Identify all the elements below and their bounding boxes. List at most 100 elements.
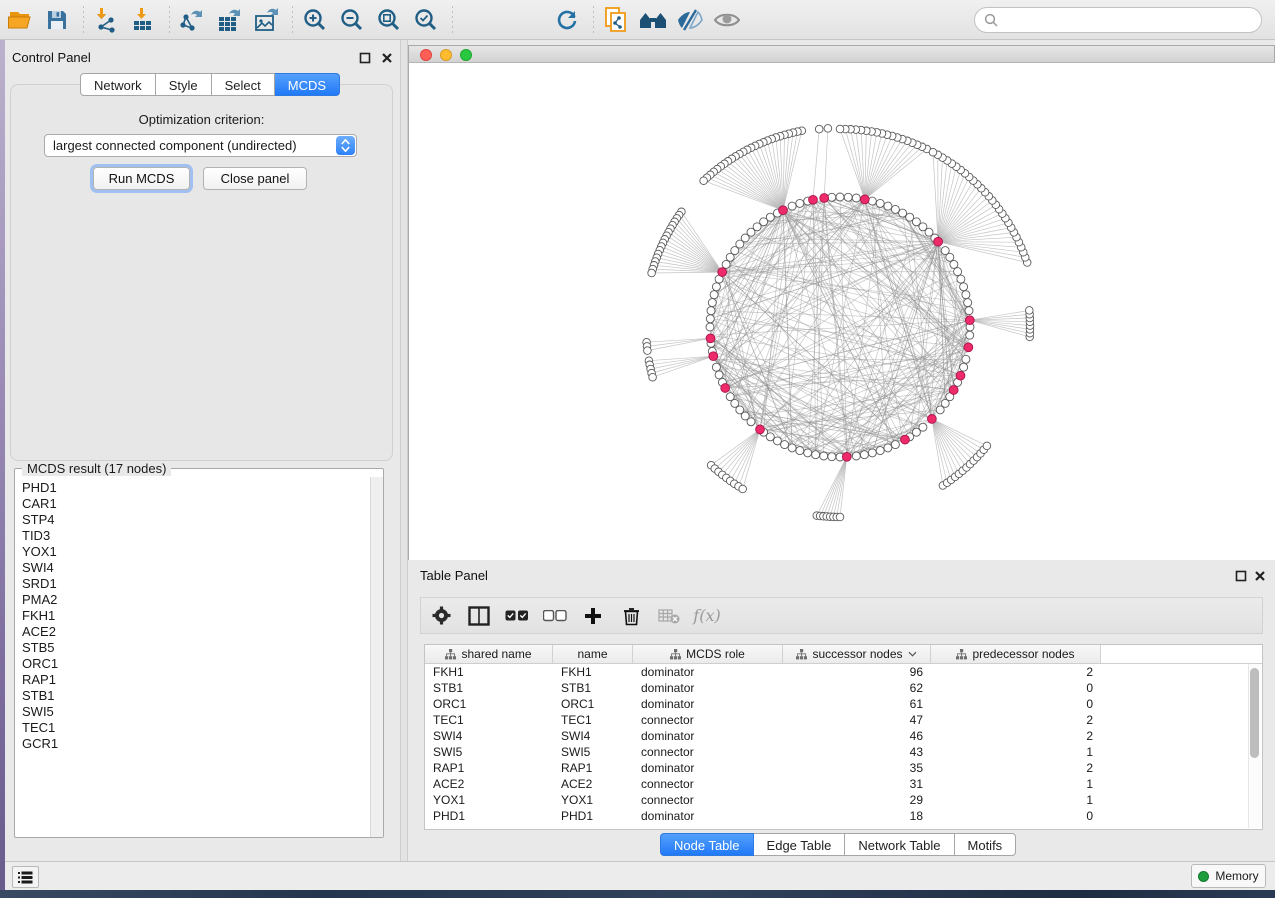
clone-network-button[interactable]: [599, 4, 633, 36]
table-vertical-scrollbar[interactable]: [1248, 664, 1261, 828]
close-panel-button[interactable]: Close panel: [203, 167, 307, 190]
mcds-result-item[interactable]: GCR1: [15, 736, 370, 752]
tab-mcds[interactable]: MCDS: [275, 73, 340, 96]
mcds-result-item[interactable]: RAP1: [15, 672, 370, 688]
tab-node-table[interactable]: Node Table: [660, 833, 754, 856]
control-panel-close-button[interactable]: [381, 51, 393, 69]
mcds-result-list[interactable]: PHD1CAR1STP4TID3YOX1SWI4SRD1PMA2FKH1ACE2…: [15, 480, 370, 836]
table-row[interactable]: ACE2ACE2connector311: [425, 776, 1262, 792]
mcds-result-item[interactable]: SWI5: [15, 704, 370, 720]
function-builder-button[interactable]: f(x): [695, 604, 719, 628]
tab-network[interactable]: Network: [80, 73, 156, 96]
table-row[interactable]: FKH1FKH1dominator962: [425, 664, 1262, 680]
zoom-out-button[interactable]: [335, 4, 369, 36]
table-row[interactable]: ORC1ORC1dominator610: [425, 696, 1262, 712]
import-table-button[interactable]: [126, 4, 160, 36]
column-header-name[interactable]: name: [553, 645, 633, 663]
table-row[interactable]: SWI4SWI4dominator462: [425, 728, 1262, 744]
unselect-all-columns-button[interactable]: [543, 604, 567, 628]
mcds-result-item[interactable]: PMA2: [15, 592, 370, 608]
mcds-result-item[interactable]: STB5: [15, 640, 370, 656]
search-input[interactable]: [1004, 12, 1252, 28]
run-mcds-button[interactable]: Run MCDS: [93, 167, 190, 190]
mcds-result-item[interactable]: STP4: [15, 512, 370, 528]
scrollbar-thumb[interactable]: [1250, 668, 1259, 758]
panel-splitter[interactable]: [400, 40, 408, 890]
criterion-dropdown[interactable]: largest connected component (undirected): [44, 134, 357, 157]
mcds-result-item[interactable]: FKH1: [15, 608, 370, 624]
mcds-result-item[interactable]: PHD1: [15, 480, 370, 496]
export-image-button[interactable]: [249, 4, 283, 36]
criterion-value: largest connected component (undirected): [45, 138, 336, 153]
table-row[interactable]: PHD1PHD1dominator180: [425, 808, 1262, 824]
network-canvas[interactable]: [408, 63, 1275, 560]
cell-predecessor-nodes: 2: [931, 712, 1101, 728]
search-field[interactable]: [974, 7, 1262, 33]
zoom-fit-button[interactable]: [372, 4, 406, 36]
export-network-button[interactable]: [175, 4, 209, 36]
export-network-icon: [179, 7, 206, 33]
open-file-button[interactable]: [3, 4, 37, 36]
cell-shared-name: FKH1: [425, 664, 553, 680]
zoom-selected-button[interactable]: [409, 4, 443, 36]
table-row[interactable]: RAP1RAP1dominator352: [425, 760, 1262, 776]
hide-selected-button[interactable]: [673, 4, 707, 36]
delete-table-button[interactable]: [657, 604, 681, 628]
show-all-button[interactable]: [710, 4, 744, 36]
tab-network-table[interactable]: Network Table: [845, 833, 954, 856]
mcds-result-item[interactable]: TEC1: [15, 720, 370, 736]
mcds-result-item[interactable]: ORC1: [15, 656, 370, 672]
window-zoom-traffic-light[interactable]: [460, 49, 472, 61]
network-window-titlebar[interactable]: YPA_prune.txt_1: [408, 45, 1275, 63]
cell-predecessor-nodes: 1: [931, 792, 1101, 808]
checked-boxes-icon: [505, 610, 529, 622]
mcds-list-scrollbar[interactable]: [370, 477, 383, 837]
refresh-view-button[interactable]: [550, 4, 584, 36]
table-row[interactable]: SWI5SWI5connector431: [425, 744, 1262, 760]
column-header-successor-nodes[interactable]: successor nodes: [783, 645, 931, 663]
memory-button[interactable]: Memory: [1191, 864, 1266, 888]
gear-icon: [432, 606, 451, 625]
cell-predecessor-nodes: 1: [931, 776, 1101, 792]
export-table-button[interactable]: [212, 4, 246, 36]
tab-motifs[interactable]: Motifs: [955, 833, 1017, 856]
delete-table-icon: [658, 608, 680, 624]
task-history-button[interactable]: [12, 866, 39, 888]
mcds-result-item[interactable]: CAR1: [15, 496, 370, 512]
mcds-result-item[interactable]: YOX1: [15, 544, 370, 560]
cell-successor-nodes: 43: [783, 744, 931, 760]
mcds-result-item[interactable]: SRD1: [15, 576, 370, 592]
column-header-shared-name[interactable]: shared name: [425, 645, 553, 663]
table-settings-button[interactable]: [429, 604, 453, 628]
mcds-result-item[interactable]: STB1: [15, 688, 370, 704]
tab-style[interactable]: Style: [156, 73, 212, 96]
table-panel-close-button[interactable]: [1254, 569, 1266, 587]
mcds-result-item[interactable]: ACE2: [15, 624, 370, 640]
zoom-in-button[interactable]: [298, 4, 332, 36]
cell-shared-name: ACE2: [425, 776, 553, 792]
unchecked-boxes-icon: [543, 610, 567, 622]
plus-icon: [584, 607, 602, 625]
select-all-columns-button[interactable]: [505, 604, 529, 628]
table-row[interactable]: TEC1TEC1connector472: [425, 712, 1262, 728]
tab-edge-table[interactable]: Edge Table: [754, 833, 846, 856]
table-row[interactable]: STB1STB1dominator620: [425, 680, 1262, 696]
window-close-traffic-light[interactable]: [420, 49, 432, 61]
create-column-button[interactable]: [581, 604, 605, 628]
toolbar-separator: [82, 6, 84, 34]
tab-select[interactable]: Select: [212, 73, 275, 96]
control-panel-float-button[interactable]: [359, 51, 371, 69]
column-header-predecessor-nodes[interactable]: predecessor nodes: [931, 645, 1101, 663]
column-header-MCDS-role[interactable]: MCDS role: [633, 645, 783, 663]
import-network-button[interactable]: [89, 4, 123, 36]
mcds-result-item[interactable]: SWI4: [15, 560, 370, 576]
table-panel-float-button[interactable]: [1235, 569, 1247, 587]
save-session-button[interactable]: [40, 4, 74, 36]
first-neighbors-button[interactable]: [636, 4, 670, 36]
table-row[interactable]: YOX1YOX1connector291: [425, 792, 1262, 808]
show-column-panel-button[interactable]: [467, 604, 491, 628]
window-minimize-traffic-light[interactable]: [440, 49, 452, 61]
mcds-result-item[interactable]: TID3: [15, 528, 370, 544]
delete-column-button[interactable]: [619, 604, 643, 628]
cell-successor-nodes: 29: [783, 792, 931, 808]
